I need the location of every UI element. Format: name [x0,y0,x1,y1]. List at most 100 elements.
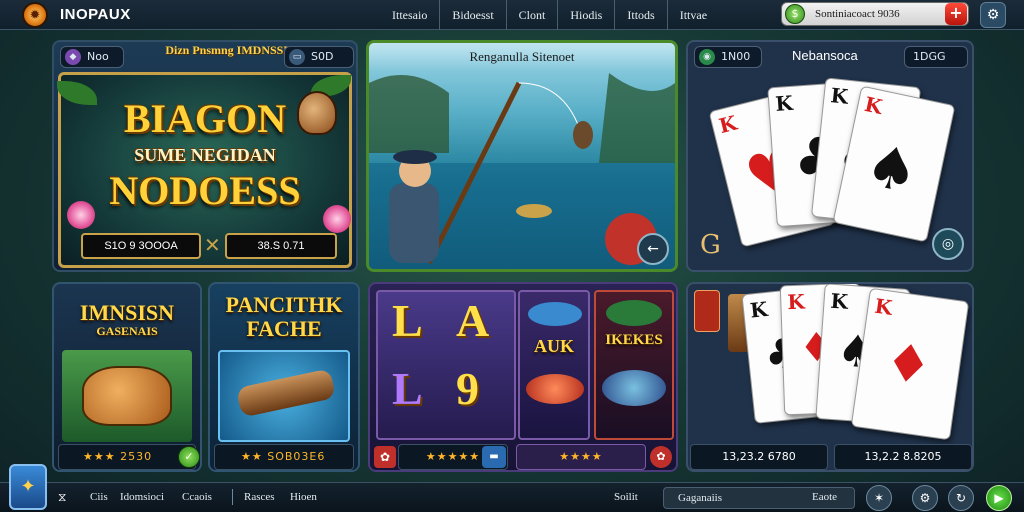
nav-item-5[interactable]: Ittods [615,0,668,30]
game-title-line1: BIAGON [123,96,287,141]
card-rank: K [829,83,850,109]
game-card-slots[interactable]: L A L 9 AUK IKEKES ✿ ★★★★★ ▬ ★★★★ ✿ [368,282,678,472]
game-card-fache[interactable]: PANCITHK FACHE ★★ SOB03E6 [208,282,360,472]
fache-rating: ★★ SOB03E6 [241,450,326,463]
toggle-icon: ▭ [289,49,305,65]
slot-symbol: L [392,295,423,346]
fishing-scene [369,73,675,269]
dragon-banner: BIAGON SUME NEGIDAN NODOESS S1O 9 3OOOA … [57,72,352,268]
chip-icon: ◉ [699,49,715,65]
game-title-line2: SUME NEGIDAN [134,145,276,165]
bottom-nav-item-4[interactable]: Rasces [244,491,275,503]
slot-symbol: A [456,295,490,346]
slot-tile-auk: AUK [518,290,590,440]
slot-symbol: L [392,363,423,414]
poker-stat-right: 13,2.2 8.8205 [834,444,972,470]
game-card-dragon[interactable]: ◆ Noo Dizn Pnsmng IMDNSSEIS ▭ S0D BIAGON… [52,40,358,272]
mansion-footer: ★★★ 2530 [58,444,196,470]
fache-title-line1: PANCITHK [225,292,343,317]
cards-top-pill: ◉ 1N00 [694,46,762,68]
slots-footer-right: ★★★★ [516,444,646,470]
nav-item-1[interactable]: Ittesaio [380,0,441,30]
card-rank: K [774,90,794,116]
star-icon[interactable]: ✶ [866,485,892,511]
cross-icon: ✕ [204,233,221,257]
dragon-pill-right: ▭ S0D [284,46,354,68]
dragon-pill-left-label: Noo [87,50,109,63]
play-icon[interactable]: ▶ [986,485,1012,511]
bottom-nav-item-2[interactable]: Idomsioci [120,491,164,503]
cannon-icon [235,368,337,418]
slot-tile-auk-label: AUK [534,336,574,356]
card-suit: ♠ [859,130,925,208]
dragon-stat-right: 38.S 0.71 [225,233,337,259]
add-funds-button[interactable]: + [945,3,967,25]
bottom-nav-item-5[interactable]: Hioen [290,491,317,503]
cat-icon [82,366,172,426]
card-rank: K [873,293,894,320]
dragon-pill-left: ◆ Noo [60,46,124,68]
arrow-left-icon[interactable]: ← [637,233,669,265]
card-rank: K [786,289,806,315]
mansion-thumbnail [62,350,192,442]
bottom-label-1: Soilit [614,491,638,503]
fache-thumbnail [218,350,350,442]
slot-reels: L A L 9 [376,290,516,440]
check-icon[interactable]: ✓ [178,446,200,468]
game-card-mansion[interactable]: IMNSISN GASENAIS ★★★ 2530 ✓ [52,282,202,472]
view-icon[interactable]: ◎ [932,228,964,260]
cards-top-pill-label: 1N00 [721,50,751,63]
gem-icon: ◆ [65,49,81,65]
slot-info-icon[interactable]: ▬ [482,446,506,468]
app-logo-icon[interactable]: ✹ [22,2,48,28]
bottom-label-2: Eaote [812,491,838,503]
bottom-nav-item-3[interactable]: Ccaois [182,491,212,503]
fish-icon [606,300,662,326]
card-back-icon [694,290,720,332]
poker-stat-left: 13,23.2 6780 [690,444,828,470]
nav-item-3[interactable]: Clont [507,0,559,30]
divider [232,489,233,505]
filter-icon[interactable]: ⧖ [58,490,66,505]
search-input-text: Gaganaiis [678,492,722,504]
settings-icon[interactable]: ⚙ [912,485,938,511]
coin-icon: $ [785,4,805,24]
mansion-title-line1: IMNSISN [79,300,175,325]
game-title-line3: NODOESS [109,168,301,213]
game-card-fishing[interactable]: Renganulla Sitenoet ← [366,40,678,272]
top-bar: ✹ INOPAUX Ittesaio Bidoesst Clont Hiodis… [0,0,1024,30]
dragon-pill-right-label: S0D [311,50,334,63]
game-card-poker-top[interactable]: ◉ 1N00 Nebansoca 1DGG K ♥ K ♣ K ♣ K ♠ G … [686,40,974,272]
card-rank: K [716,110,740,139]
bottom-nav-item-1[interactable]: Ciis [90,491,108,503]
mansion-rating: ★★★ 2530 [83,450,153,463]
cards-top-pill-right: 1DGG [904,46,968,68]
nav-item-4[interactable]: Hiodis [558,0,616,30]
dragon-stat-left: S1O 9 3OOOA [81,233,201,259]
fache-title-line2: FACHE [246,316,322,341]
favorite-icon[interactable]: ✿ [650,446,672,468]
card-suit: ♦ [880,331,936,398]
slots-rating-left: ★★★★★ [425,450,481,463]
fish-icon [528,302,582,326]
slot-tile-ikekes-label: IKEKES [605,332,663,348]
slot-menu-icon[interactable]: ✿ [374,446,396,468]
fish-icon [602,370,666,406]
app-launcher-icon[interactable]: ✦ [9,464,47,510]
card-rank: K [829,288,849,314]
cards-top-title: Nebansoca [792,48,858,63]
brand-name: INOPAUX [60,6,131,23]
gear-icon[interactable]: ⚙ [980,2,1006,28]
game-card-poker-bottom[interactable]: K ♣ K ♦ K ♠ K ♦ 13,23.2 6780 13,2.2 8.82… [686,282,974,472]
fish-icon [526,374,584,404]
card-rank: K [862,91,885,119]
playing-card: K ♦ [850,287,970,441]
slot-symbol: 9 [456,363,479,414]
refresh-icon[interactable]: ↻ [948,485,974,511]
bottom-bar: ⧖ Ciis Idomsioci Ccaois Rasces Hioen Soi… [0,482,1024,512]
fache-footer: ★★ SOB03E6 [214,444,354,470]
slots-rating-right: ★★★★ [559,450,603,463]
nav-item-2[interactable]: Bidoesst [440,0,507,30]
card-rank: K [748,296,769,323]
nav-item-6[interactable]: Ittvae [668,0,719,30]
